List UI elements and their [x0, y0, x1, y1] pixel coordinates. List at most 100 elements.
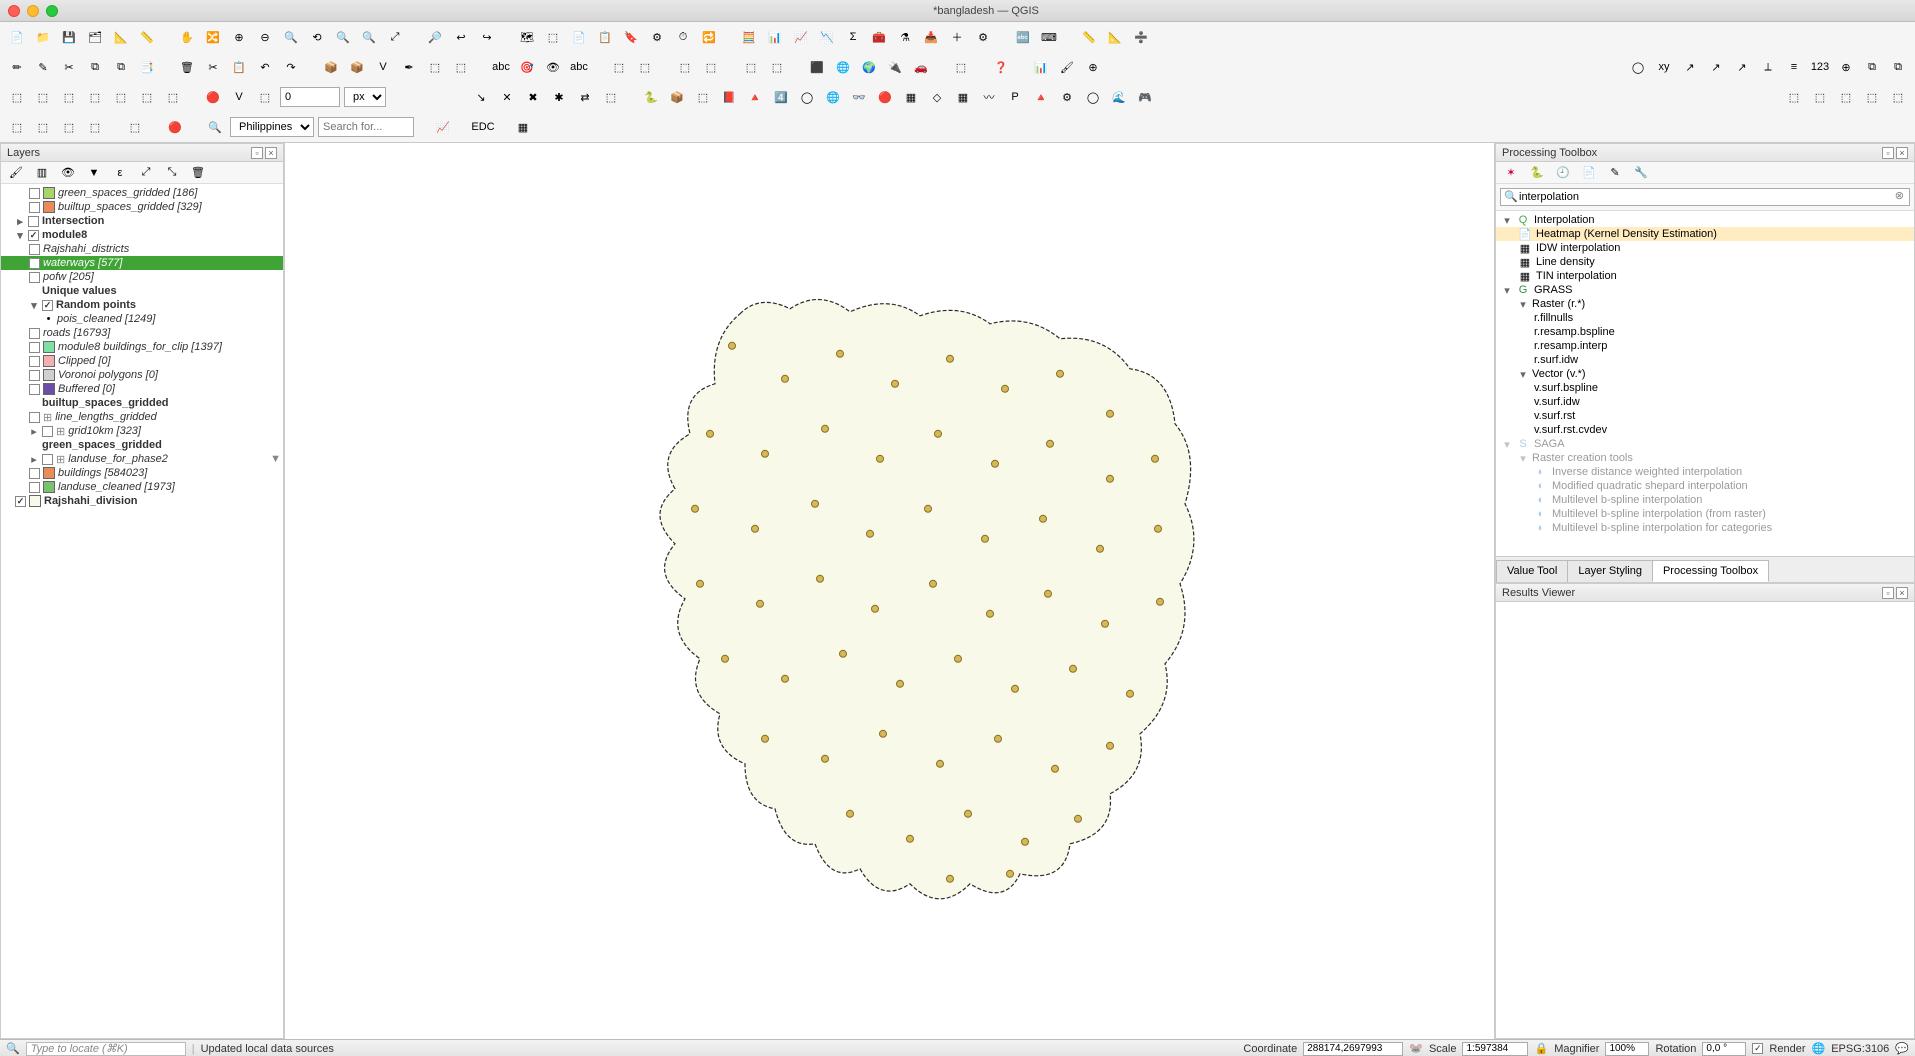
- layer-visibility-checkbox[interactable]: [29, 356, 40, 367]
- processing-tree-item[interactable]: ▾Vector (v.*): [1496, 367, 1914, 381]
- layer-item[interactable]: module8 buildings_for_clip [1397]: [1, 340, 283, 354]
- processing-tree-item[interactable]: ◐Multilevel b-spline interpolation (from…: [1496, 507, 1914, 521]
- toolbar-button[interactable]: ⧉: [1861, 56, 1883, 78]
- toolbar-button[interactable]: ≡: [1783, 56, 1805, 78]
- toolbar-button[interactable]: ◯: [1627, 56, 1649, 78]
- layer-group[interactable]: ▾Random points: [1, 298, 283, 312]
- toolbar-button[interactable]: V: [372, 56, 394, 78]
- layer-visibility-checkbox[interactable]: [29, 482, 40, 493]
- toolbar-button[interactable]: 📊: [764, 26, 786, 48]
- toolbar-button[interactable]: 🔎: [424, 26, 446, 48]
- toolbar-button[interactable]: ⬚: [740, 56, 762, 78]
- toolbar-button[interactable]: ⬚: [450, 56, 472, 78]
- toolbar-button[interactable]: ⬚: [58, 116, 80, 138]
- toolbar-button[interactable]: 💾: [58, 26, 80, 48]
- toolbar-button[interactable]: 🚗: [910, 56, 932, 78]
- toolbar-button[interactable]: ⬚: [58, 86, 80, 108]
- toolbar-button[interactable]: 🔀: [202, 26, 224, 48]
- layer-item[interactable]: Rajshahi_districts: [1, 242, 283, 256]
- processing-tree-item[interactable]: ◐Inverse distance weighted interpolation: [1496, 465, 1914, 479]
- toolbar-button[interactable]: ⬚: [674, 56, 696, 78]
- processing-tree-item[interactable]: v.surf.bspline: [1496, 381, 1914, 395]
- toolbar-button[interactable]: EDC: [472, 116, 494, 138]
- layer-style-icon[interactable]: 🖌: [5, 162, 27, 184]
- toolbar-button[interactable]: ⟂: [1757, 56, 1779, 78]
- toolbar-button[interactable]: ❓: [990, 56, 1012, 78]
- processing-algorithm-tree[interactable]: ▾QInterpolation📄Heatmap (Kernel Density …: [1496, 211, 1914, 556]
- toolbar-button[interactable]: ⧉: [1887, 56, 1909, 78]
- toolbar-button[interactable]: ◯: [796, 86, 818, 108]
- layer-item[interactable]: buildings [584023]: [1, 466, 283, 480]
- rotation-value[interactable]: [1702, 1042, 1746, 1056]
- toolbar-button[interactable]: ⚙: [972, 26, 994, 48]
- nominatim-search-input[interactable]: [318, 117, 414, 137]
- toolbar-button[interactable]: ⚗: [894, 26, 916, 48]
- toolbar-button[interactable]: ⧉: [84, 56, 106, 78]
- toolbar-button[interactable]: 123: [1809, 56, 1831, 78]
- toolbar-button[interactable]: ⬚: [124, 116, 146, 138]
- expand-icon[interactable]: ▸: [15, 215, 25, 228]
- layer-item[interactable]: builtup_spaces_gridded [329]: [1, 200, 283, 214]
- processing-tree-item[interactable]: ▾Raster creation tools: [1496, 451, 1914, 465]
- toolbar-button[interactable]: V: [228, 86, 250, 108]
- toolbar-button[interactable]: ⟲: [306, 26, 328, 48]
- lock-icon[interactable]: 🔒: [1534, 1042, 1548, 1055]
- toolbar-button[interactable]: ↶: [254, 56, 276, 78]
- toolbar-button[interactable]: 🔍: [358, 26, 380, 48]
- toolbar-button[interactable]: 🧰: [868, 26, 890, 48]
- layer-item[interactable]: pofw [205]: [1, 270, 283, 284]
- toolbar-button[interactable]: 📕: [718, 86, 740, 108]
- toolbar-button[interactable]: ⊖: [254, 26, 276, 48]
- toolbar-button[interactable]: ⬚: [6, 86, 28, 108]
- processing-search-input[interactable]: [1500, 188, 1910, 206]
- processing-tree-item[interactable]: ▦Line density: [1496, 255, 1914, 269]
- toolbar-button[interactable]: ↪: [476, 26, 498, 48]
- toolbar-button[interactable]: ↗: [1705, 56, 1727, 78]
- toolbar-button[interactable]: 🎯: [516, 56, 538, 78]
- processing-tree-item[interactable]: r.fillnulls: [1496, 311, 1914, 325]
- layer-item[interactable]: green_spaces_gridded [186]: [1, 186, 283, 200]
- layer-item[interactable]: Voronoi polygons [0]: [1, 368, 283, 382]
- layer-group[interactable]: green_spaces_gridded: [1, 438, 283, 452]
- panel-close-button[interactable]: ×: [1896, 587, 1908, 599]
- toolbar-button[interactable]: ⏱: [672, 26, 694, 48]
- locator-input[interactable]: Type to locate (⌘K): [26, 1042, 186, 1056]
- layer-visibility-checkbox[interactable]: [28, 216, 39, 227]
- toolbar-button[interactable]: 📈: [790, 26, 812, 48]
- toolbar-button[interactable]: 📦: [320, 56, 342, 78]
- toolbar-button[interactable]: 📈: [432, 116, 454, 138]
- toolbar-button[interactable]: 📐: [110, 26, 132, 48]
- layer-visibility-checkbox[interactable]: [29, 328, 40, 339]
- layer-expand-icon[interactable]: ⤢: [135, 162, 157, 184]
- toolbar-button[interactable]: 🔺: [744, 86, 766, 108]
- toolbar-button[interactable]: 🔁: [698, 26, 720, 48]
- panel-undock-button[interactable]: ▫: [1882, 147, 1894, 159]
- toolbar-button[interactable]: 📏: [136, 26, 158, 48]
- expand-icon[interactable]: ▸: [29, 453, 39, 466]
- toolbar-button[interactable]: ⌨: [1038, 26, 1060, 48]
- toolbar-button[interactable]: 📉: [816, 26, 838, 48]
- toolbar-button[interactable]: ↷: [280, 56, 302, 78]
- angle-input[interactable]: [280, 87, 340, 107]
- panel-close-button[interactable]: ×: [265, 147, 277, 159]
- toolbar-button[interactable]: abc: [568, 56, 590, 78]
- toolbar-button[interactable]: ⊕: [1835, 56, 1857, 78]
- processing-tree-item[interactable]: ◐Multilevel b-spline interpolation for c…: [1496, 521, 1914, 535]
- toolbar-button[interactable]: ◇: [926, 86, 948, 108]
- toolbar-button[interactable]: 🌊: [1108, 86, 1130, 108]
- toolbar-button[interactable]: [430, 86, 452, 108]
- toolbar-button[interactable]: ＋: [946, 26, 968, 48]
- processing-tree-item[interactable]: v.surf.rst: [1496, 409, 1914, 423]
- toolbar-button[interactable]: 🔖: [620, 26, 642, 48]
- coord-value[interactable]: [1303, 1042, 1403, 1056]
- toolbar-button[interactable]: ↗: [1679, 56, 1701, 78]
- layer-collapse-icon[interactable]: ⤡: [161, 162, 183, 184]
- expand-icon[interactable]: ▸: [29, 425, 39, 438]
- toolbar-button[interactable]: ⬚: [254, 86, 276, 108]
- layer-item[interactable]: landuse_cleaned [1973]: [1, 480, 283, 494]
- toolbar-button[interactable]: ⬚: [32, 86, 54, 108]
- toolbar-button[interactable]: 🗂: [84, 26, 106, 48]
- toolbar-button[interactable]: 🗑: [176, 56, 198, 78]
- toolbar-button[interactable]: 📊: [1030, 56, 1052, 78]
- processing-tree-item[interactable]: ▾SSAGA: [1496, 437, 1914, 451]
